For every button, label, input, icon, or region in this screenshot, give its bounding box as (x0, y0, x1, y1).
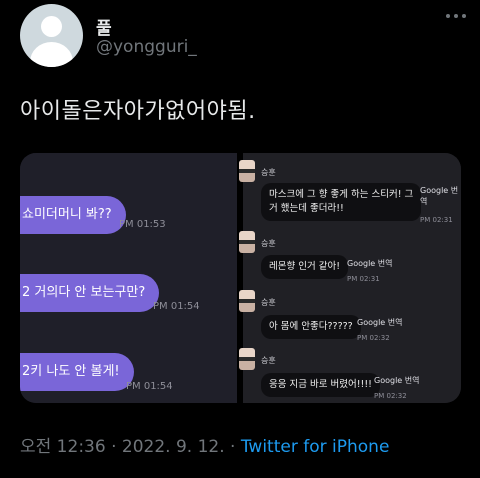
chat-time: PM 02:31 (420, 216, 453, 224)
more-options-icon[interactable] (446, 14, 466, 18)
chat-time: PM 01:54 (126, 381, 173, 392)
sender-avatar (239, 348, 255, 370)
avatar-head-shape (41, 16, 62, 37)
tweet-time[interactable]: 오전 12:36 (20, 437, 106, 457)
chat-time: PM 02:32 (357, 334, 390, 342)
tweet-date[interactable]: 2022. 9. 12. (122, 437, 225, 457)
sender-avatar (239, 290, 255, 312)
chat-screenshot-left: 쇼미더머니 봐?? PM 01:53 2 거의다 안 보는구만? PM 01:5… (20, 153, 237, 403)
tweet-media[interactable]: 쇼미더머니 봐?? PM 01:53 2 거의다 안 보는구만? PM 01:5… (20, 153, 461, 403)
sender-avatar (239, 231, 255, 253)
tweet-source-link[interactable]: Twitter for iPhone (241, 437, 390, 457)
user-handle[interactable]: @yongguri_ (96, 37, 197, 57)
avatar-body-shape (30, 42, 73, 67)
tweet-metadata: 오전 12:36 · 2022. 9. 12. · Twitter for iP… (20, 432, 389, 457)
chat-bubble: 아 몸에 안좋다????? (261, 315, 361, 339)
google-translate-label: Google 번역 (347, 259, 393, 268)
chat-bubble: 2키 나도 안 볼게! (20, 353, 134, 391)
google-translate-label: Google 번역 (357, 318, 403, 327)
google-translate-label: Google 번역 (374, 376, 420, 385)
sender-name: 승훈 (261, 239, 276, 248)
chat-bubble-line: 거 했는데 좋더라!! (269, 203, 344, 214)
display-name[interactable]: 풀 (96, 14, 112, 39)
chat-time: PM 01:53 (119, 219, 166, 230)
chat-time: PM 01:54 (153, 301, 200, 312)
tweet-text: 아이돌은자아가없어야됨. (20, 99, 256, 124)
sender-name: 승훈 (261, 356, 276, 365)
sender-name: 승훈 (261, 298, 276, 307)
chat-time: PM 02:31 (347, 275, 380, 283)
sender-name: 승훈 (261, 168, 276, 177)
chat-screenshot-right: 승훈 마스크에 그 향 좋게 하는 스티커! 그 거 했는데 좋더라!! Goo… (239, 153, 461, 403)
chat-time: PM 02:32 (374, 392, 407, 400)
chat-bubble: 레몬향 인거 같아! (261, 255, 349, 279)
sender-avatar (239, 160, 255, 182)
chat-bubble-line: 마스크에 그 향 좋게 하는 스티커! 그 (269, 189, 414, 200)
chat-bubble: 2 거의다 안 보는구만? (20, 274, 160, 312)
chat-bubble: 쇼미더머니 봐?? (20, 196, 126, 234)
meta-separator: · (111, 437, 117, 457)
chat-bubble: 마스크에 그 향 좋게 하는 스티커! 그 거 했는데 좋더라!! (261, 183, 422, 221)
user-avatar[interactable] (20, 4, 83, 67)
meta-separator: · (230, 437, 236, 457)
google-translate-label: Google 번역 (420, 186, 459, 206)
chat-bubble: 응응 지금 바로 버렸어!!!! (261, 373, 380, 397)
